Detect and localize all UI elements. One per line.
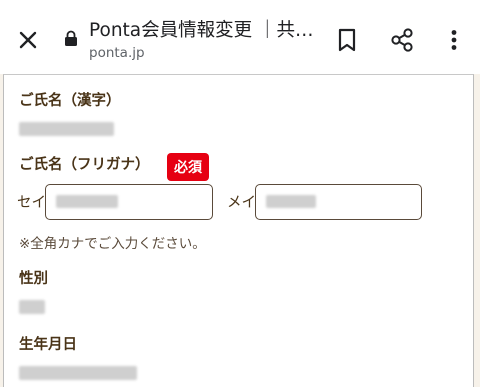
- gender-value-redacted: [19, 300, 45, 314]
- kanji-name-value-redacted: [19, 122, 114, 136]
- lock-icon: [65, 30, 77, 46]
- page-url[interactable]: ponta.jp: [89, 44, 145, 62]
- sei-prefix-label: セイ: [17, 195, 46, 211]
- browser-toolbar: Ponta会員情報変更 ｜共通ポイント Ponta ponta.jp: [0, 0, 480, 74]
- mei-prefix-label: メイ: [227, 195, 256, 211]
- gender-label: 性別: [19, 271, 48, 287]
- more-options-button[interactable]: [440, 26, 468, 54]
- page-title: Ponta会員情報変更 ｜共通ポイント Ponta: [89, 20, 314, 41]
- kana-name-label: ご氏名（フリガナ）: [19, 157, 150, 173]
- close-icon: [19, 31, 37, 49]
- birthday-label: 生年月日: [19, 337, 77, 353]
- required-badge: 必須: [167, 153, 209, 181]
- mei-kana-value-redacted: [266, 195, 316, 208]
- sei-kana-value-redacted: [56, 195, 118, 208]
- more-vert-icon: [451, 30, 457, 50]
- kanji-name-label: ご氏名（漢字）: [19, 93, 121, 109]
- share-icon: [391, 28, 413, 52]
- close-button[interactable]: [14, 26, 42, 54]
- share-button[interactable]: [388, 26, 416, 54]
- birthday-value-redacted: [19, 366, 137, 380]
- mei-kana-input[interactable]: [255, 184, 422, 220]
- kana-input-note: ※全角カナでご入力ください。: [19, 236, 206, 252]
- form-panel: ご氏名（漢字） ご氏名（フリガナ） 必須 セイ メイ ※全角カナでご入力ください…: [3, 74, 474, 387]
- sei-kana-input[interactable]: [45, 184, 213, 220]
- bookmark-button[interactable]: [333, 26, 361, 54]
- page-content: ご氏名（漢字） ご氏名（フリガナ） 必須 セイ メイ ※全角カナでご入力ください…: [0, 74, 480, 387]
- bookmark-icon: [338, 28, 356, 52]
